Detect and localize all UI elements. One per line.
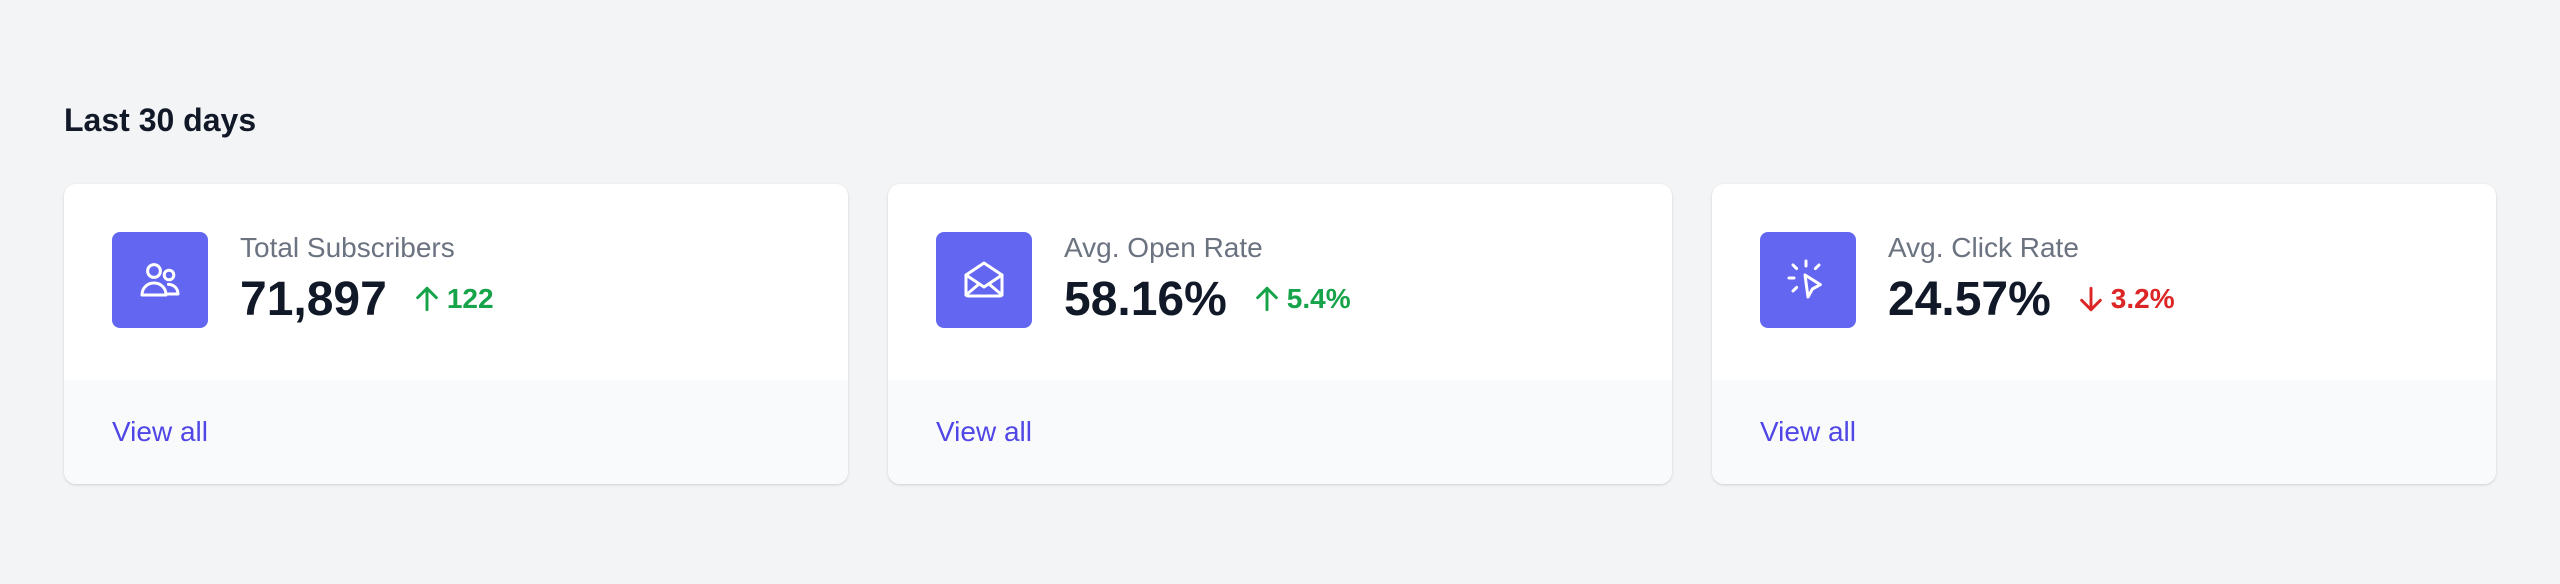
arrow-down-icon (2079, 286, 2102, 312)
stat-change-value: 3.2% (2110, 283, 2175, 314)
arrow-up-icon (416, 286, 438, 312)
stat-card-body: Avg. Click Rate 24.57% 3.2% (1712, 184, 2496, 384)
stat-card-body: Avg. Open Rate 58.16% 5.4% (888, 184, 1672, 384)
stat-cards: Total Subscribers 71,897 122 View all Av… (64, 184, 2496, 484)
stat-label: Total Subscribers (240, 232, 455, 263)
stat-change: 3.2% (2075, 281, 2175, 317)
stat-change-value: 122 (446, 283, 494, 314)
stat-card-footer: View all (888, 380, 1672, 484)
stat-card-body: Total Subscribers 71,897 122 (64, 184, 848, 384)
stat-label: Avg. Open Rate (1064, 232, 1263, 263)
stat-value-row: 58.16% 5.4% (1064, 270, 1351, 330)
stat-value: 58.16% (1064, 273, 1227, 326)
users-icon (112, 232, 208, 328)
stats-section: Last 30 days Total Subscribers 71,897 12… (64, 96, 2496, 484)
stat-card-click-rate: Avg. Click Rate 24.57% 3.2% View all (1712, 184, 2496, 484)
arrow-up-icon (1255, 286, 1278, 312)
view-all-link[interactable]: View all (936, 414, 1032, 450)
view-all-link[interactable]: View all (112, 414, 208, 450)
stat-change: 122 (411, 281, 494, 317)
envelope-open-icon (936, 232, 1032, 328)
stat-change: 5.4% (1251, 281, 1351, 317)
cursor-click-icon (1760, 232, 1856, 328)
view-all-link[interactable]: View all (1760, 414, 1856, 450)
stat-card-footer: View all (1712, 380, 2496, 484)
section-title: Last 30 days (64, 102, 257, 138)
stat-value: 71,897 (240, 273, 387, 326)
stat-card-open-rate: Avg. Open Rate 58.16% 5.4% View all (888, 184, 1672, 484)
stat-change-value: 5.4% (1286, 283, 1351, 314)
stat-label: Avg. Click Rate (1888, 232, 2079, 263)
stat-value: 24.57% (1888, 273, 2051, 326)
stat-value-row: 24.57% 3.2% (1888, 270, 2175, 330)
stat-card-total-subscribers: Total Subscribers 71,897 122 View all (64, 184, 848, 484)
stat-card-footer: View all (64, 380, 848, 484)
stat-value-row: 71,897 122 (240, 270, 494, 330)
